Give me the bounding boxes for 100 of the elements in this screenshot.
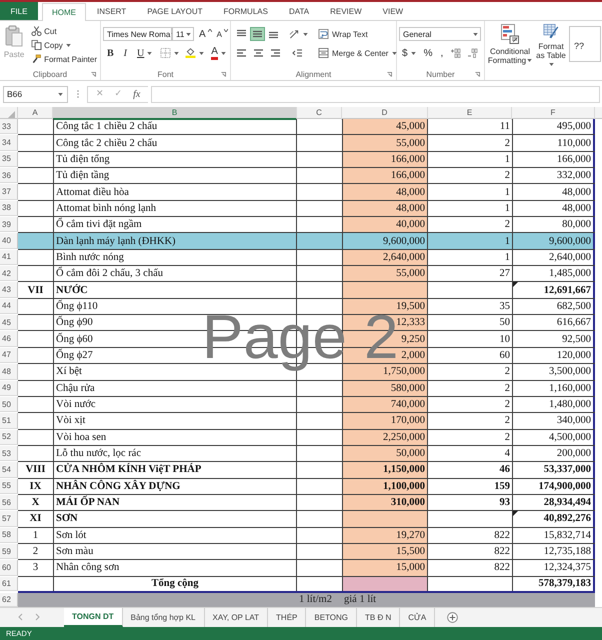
conditional-formatting-button[interactable]: Conditional Formatting xyxy=(487,24,533,69)
table-cell: Vòi nước xyxy=(53,396,297,412)
table-cell: NƯỚC xyxy=(53,282,297,298)
table-cell-text: 35 xyxy=(498,300,511,314)
table-cell-text: 822 xyxy=(493,545,511,560)
row-header[interactable]: 57 xyxy=(0,511,18,527)
row-header[interactable]: 43 xyxy=(0,282,18,298)
dialog-launcher-icon[interactable] xyxy=(221,72,226,77)
formula-input[interactable] xyxy=(151,86,600,102)
table-cell: 45,000 xyxy=(342,119,428,134)
number-format-dropdown[interactable]: General xyxy=(399,27,481,41)
row-header[interactable]: 53 xyxy=(0,446,18,462)
font-size-dropdown[interactable]: 11 xyxy=(172,27,194,41)
ribbon-tab[interactable]: HOME xyxy=(42,3,86,21)
row-header[interactable]: 58 xyxy=(0,528,18,543)
font-color-button[interactable]: A xyxy=(208,46,229,60)
name-box[interactable]: B66 xyxy=(3,86,68,102)
currency-button[interactable]: $ xyxy=(399,46,419,60)
dialog-launcher-icon[interactable] xyxy=(475,72,480,77)
shrink-font-button[interactable]: A xyxy=(214,27,230,41)
row-header[interactable]: 51 xyxy=(0,413,18,429)
percent-button[interactable]: % xyxy=(420,46,436,60)
cut-button[interactable]: Cut xyxy=(28,24,100,38)
dialog-launcher-icon[interactable] xyxy=(91,72,96,77)
table-cell-text: 4 xyxy=(504,447,511,462)
insert-function-button[interactable]: fx xyxy=(131,86,142,102)
row-header[interactable]: 54 xyxy=(0,462,18,478)
table-cell: giá 1 lít xyxy=(342,592,428,607)
copy-icon xyxy=(31,40,42,50)
add-sheet-icon[interactable] xyxy=(447,612,458,623)
table-cell-text: 46 xyxy=(498,463,511,478)
bold-button[interactable]: B xyxy=(103,46,118,60)
table-cell-text: VIII xyxy=(24,463,46,478)
table-cell-text: 159 xyxy=(493,480,511,494)
row-header[interactable]: 39 xyxy=(0,217,18,232)
row-header[interactable]: 36 xyxy=(0,168,18,184)
decrease-decimal-button[interactable] xyxy=(465,46,480,60)
underline-button[interactable]: U xyxy=(133,46,156,60)
table-cell: 55,000 xyxy=(342,266,428,282)
row-header[interactable]: 52 xyxy=(0,430,18,445)
row-header[interactable]: 42 xyxy=(0,266,18,282)
ribbon-tab[interactable]: REVIEW xyxy=(320,2,372,20)
ribbon-tab[interactable]: PAGE LAYOUT xyxy=(137,2,212,20)
next-sheet-icon[interactable] xyxy=(35,613,40,622)
format-painter-button[interactable]: Format Painter xyxy=(28,52,100,66)
font-name-dropdown[interactable]: Times New Roma xyxy=(103,27,172,41)
conditional-formatting-icon xyxy=(501,24,519,44)
table-cell: 1,150,000 xyxy=(342,462,428,478)
column-header[interactable]: B xyxy=(53,107,297,120)
fill-color-button[interactable] xyxy=(183,46,206,60)
copy-button[interactable]: Copy xyxy=(28,38,100,52)
row-header[interactable]: 34 xyxy=(0,135,18,151)
row-header[interactable]: 45 xyxy=(0,315,18,330)
table-cell-text: 822 xyxy=(493,561,511,576)
caret-icon xyxy=(220,52,226,54)
row-header[interactable]: 44 xyxy=(0,298,18,314)
table-cell xyxy=(18,592,53,607)
table-cell-text: 10 xyxy=(498,332,511,347)
table-cell-text: 3 xyxy=(32,561,40,576)
row-header[interactable]: 56 xyxy=(0,494,18,510)
grow-font-button[interactable]: A xyxy=(196,27,214,41)
table-cell: 55,000 xyxy=(342,135,428,151)
table-cell: Vòi xịt xyxy=(53,413,297,429)
ribbon-tab[interactable]: FORMULAS xyxy=(213,2,278,20)
row-header[interactable]: 33 xyxy=(0,119,18,134)
table-cell: Sơn màu xyxy=(53,544,297,560)
table-cell: 166,000 xyxy=(342,152,428,168)
row-header[interactable]: 46 xyxy=(0,331,18,347)
sheet-tab[interactable]: TONGN DT xyxy=(64,608,123,627)
row-header[interactable]: 50 xyxy=(0,396,18,412)
table-cell-text: 2 xyxy=(32,545,40,560)
row-header[interactable]: 48 xyxy=(0,364,18,380)
row-header[interactable]: 61 xyxy=(0,576,18,591)
cell-styles-gallery[interactable]: ?? xyxy=(569,26,601,62)
ribbon-tab[interactable]: INSERT xyxy=(87,2,136,20)
row-header[interactable]: 47 xyxy=(0,348,18,364)
previous-sheet-icon[interactable] xyxy=(18,613,23,622)
dialog-launcher-icon[interactable] xyxy=(387,72,392,77)
row-header[interactable]: 49 xyxy=(0,380,18,396)
caret-icon xyxy=(199,52,204,54)
row-header[interactable]: 55 xyxy=(0,478,18,494)
row-header[interactable]: 59 xyxy=(0,544,18,560)
format-as-table-button[interactable]: Format as Table xyxy=(534,24,568,69)
corner-triangle-icon xyxy=(8,111,15,118)
row-header[interactable]: 37 xyxy=(0,184,18,200)
comma-style-button[interactable]: , xyxy=(437,46,446,60)
borders-button[interactable] xyxy=(158,46,182,60)
row-header[interactable]: 60 xyxy=(0,560,18,576)
ribbon-tab[interactable]: VIEW xyxy=(372,2,414,20)
ribbon-tab[interactable]: DATA xyxy=(278,2,320,20)
row-header[interactable]: 35 xyxy=(0,152,18,168)
row-header[interactable]: 62 xyxy=(0,592,18,607)
row-header[interactable]: 40 xyxy=(0,233,18,249)
increase-decimal-button[interactable] xyxy=(448,46,464,60)
file-menu-button[interactable]: FILE xyxy=(0,2,38,20)
row-header[interactable]: 41 xyxy=(0,250,18,266)
align-middle-button[interactable] xyxy=(250,27,265,41)
merge-center-button[interactable]: Merge & Center xyxy=(315,46,400,60)
italic-button[interactable]: I xyxy=(120,46,132,60)
row-header[interactable]: 38 xyxy=(0,200,18,216)
